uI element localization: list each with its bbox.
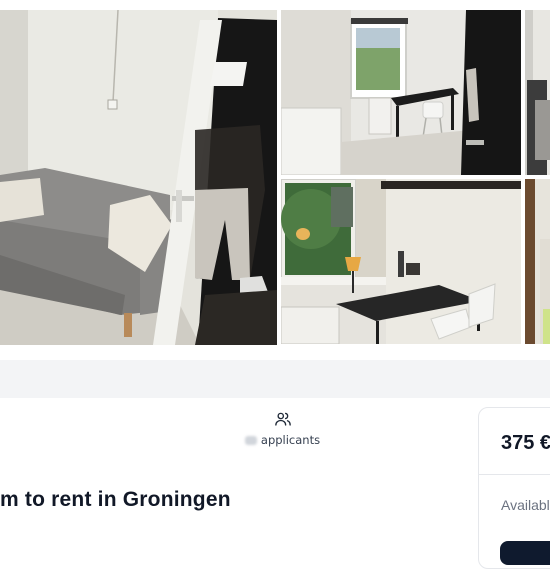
price-card: 375 € Availabl [478,407,550,569]
card-divider [479,474,550,475]
applicants-label: applicants [260,433,321,447]
listing-title: m to rent in Groningen [0,488,231,511]
room-photo-desk-window[interactable] [281,10,521,175]
applicants-count-blurred [244,435,257,445]
room-photo-partial[interactable] [525,10,550,175]
room-photo-partial-2[interactable] [525,179,550,344]
photo-gallery [0,0,550,345]
main-room-photo[interactable] [0,10,277,345]
section-divider-band [0,360,550,398]
contact-button[interactable] [500,541,550,565]
people-icon [274,412,291,426]
availability-label: Availabl [501,497,550,513]
applicants-indicator: applicants [230,410,335,447]
price-value: 375 € [501,432,550,454]
room-photo-desk-lamp[interactable] [281,179,521,344]
